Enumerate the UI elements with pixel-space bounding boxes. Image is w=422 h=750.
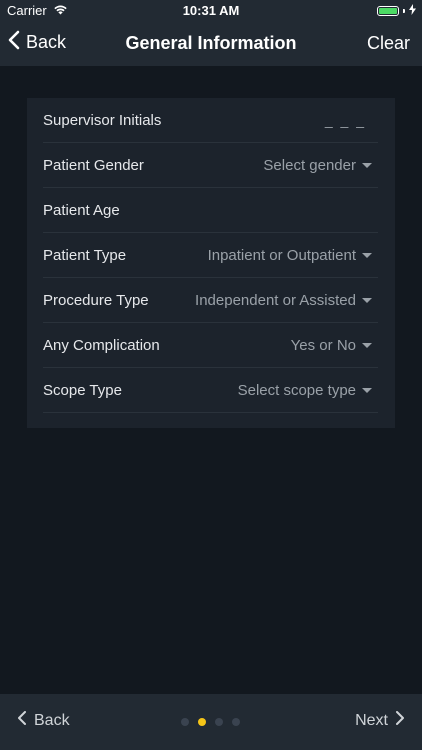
chevron-left-icon	[18, 711, 26, 730]
procedure-type-row[interactable]: Procedure Type Independent or Assisted	[43, 278, 378, 323]
page-indicator	[181, 718, 240, 726]
patient-type-select[interactable]: Inpatient or Outpatient	[208, 247, 372, 264]
general-information-form: Supervisor Initials _ _ _ Patient Gender…	[27, 98, 395, 428]
caret-down-icon	[362, 252, 372, 258]
clear-button[interactable]: Clear	[367, 33, 410, 54]
status-bar: Carrier 10:31 AM	[0, 0, 422, 22]
scope-type-row[interactable]: Scope Type Select scope type	[43, 368, 378, 413]
caret-down-icon	[362, 342, 372, 348]
patient-gender-select[interactable]: Select gender	[263, 157, 372, 174]
bottom-back-label: Back	[34, 711, 70, 729]
back-button[interactable]: Back	[8, 30, 66, 55]
battery-cap	[403, 8, 405, 13]
next-label: Next	[355, 711, 388, 729]
patient-type-value: Inpatient or Outpatient	[207, 246, 356, 264]
caret-down-icon	[362, 162, 372, 168]
chevron-right-icon	[396, 711, 404, 730]
any-complication-label: Any Complication	[43, 336, 160, 354]
bottom-back-button[interactable]: Back	[18, 711, 70, 730]
caret-down-icon	[362, 297, 372, 303]
any-complication-value: Yes or No	[290, 336, 356, 354]
caret-down-icon	[362, 387, 372, 393]
page-dot[interactable]	[215, 718, 223, 726]
procedure-type-value: Independent or Assisted	[195, 291, 356, 309]
page-dot-active[interactable]	[198, 718, 206, 726]
status-time: 10:31 AM	[182, 3, 240, 18]
patient-type-label: Patient Type	[43, 246, 127, 264]
supervisor-initials-label: Supervisor Initials	[43, 111, 162, 129]
any-complication-row[interactable]: Any Complication Yes or No	[43, 323, 378, 368]
any-complication-select[interactable]: Yes or No	[291, 337, 372, 354]
nav-bar: Back General Information Clear	[0, 22, 422, 66]
supervisor-initials-input[interactable]: _ _ _	[325, 112, 366, 128]
bottom-bar: Back Next	[0, 694, 422, 750]
battery-icon	[377, 5, 399, 16]
chevron-left-icon	[8, 30, 20, 55]
patient-age-label: Patient Age	[43, 201, 120, 219]
patient-age-row[interactable]: Patient Age	[43, 188, 378, 233]
patient-gender-label: Patient Gender	[43, 156, 144, 174]
procedure-type-label: Procedure Type	[43, 291, 149, 309]
scope-type-select[interactable]: Select scope type	[238, 382, 372, 399]
status-right	[377, 3, 416, 18]
supervisor-initials-row[interactable]: Supervisor Initials _ _ _	[43, 98, 378, 143]
procedure-type-select[interactable]: Independent or Assisted	[195, 292, 372, 309]
scope-type-value: Select scope type	[237, 381, 356, 399]
charging-icon	[409, 3, 416, 18]
scope-type-label: Scope Type	[43, 381, 122, 399]
page-dot[interactable]	[232, 718, 240, 726]
patient-gender-value: Select gender	[263, 156, 356, 174]
patient-gender-row[interactable]: Patient Gender Select gender	[43, 143, 378, 188]
next-button[interactable]: Next	[355, 711, 404, 730]
patient-type-row[interactable]: Patient Type Inpatient or Outpatient	[43, 233, 378, 278]
page-dot[interactable]	[181, 718, 189, 726]
back-label: Back	[26, 32, 67, 52]
